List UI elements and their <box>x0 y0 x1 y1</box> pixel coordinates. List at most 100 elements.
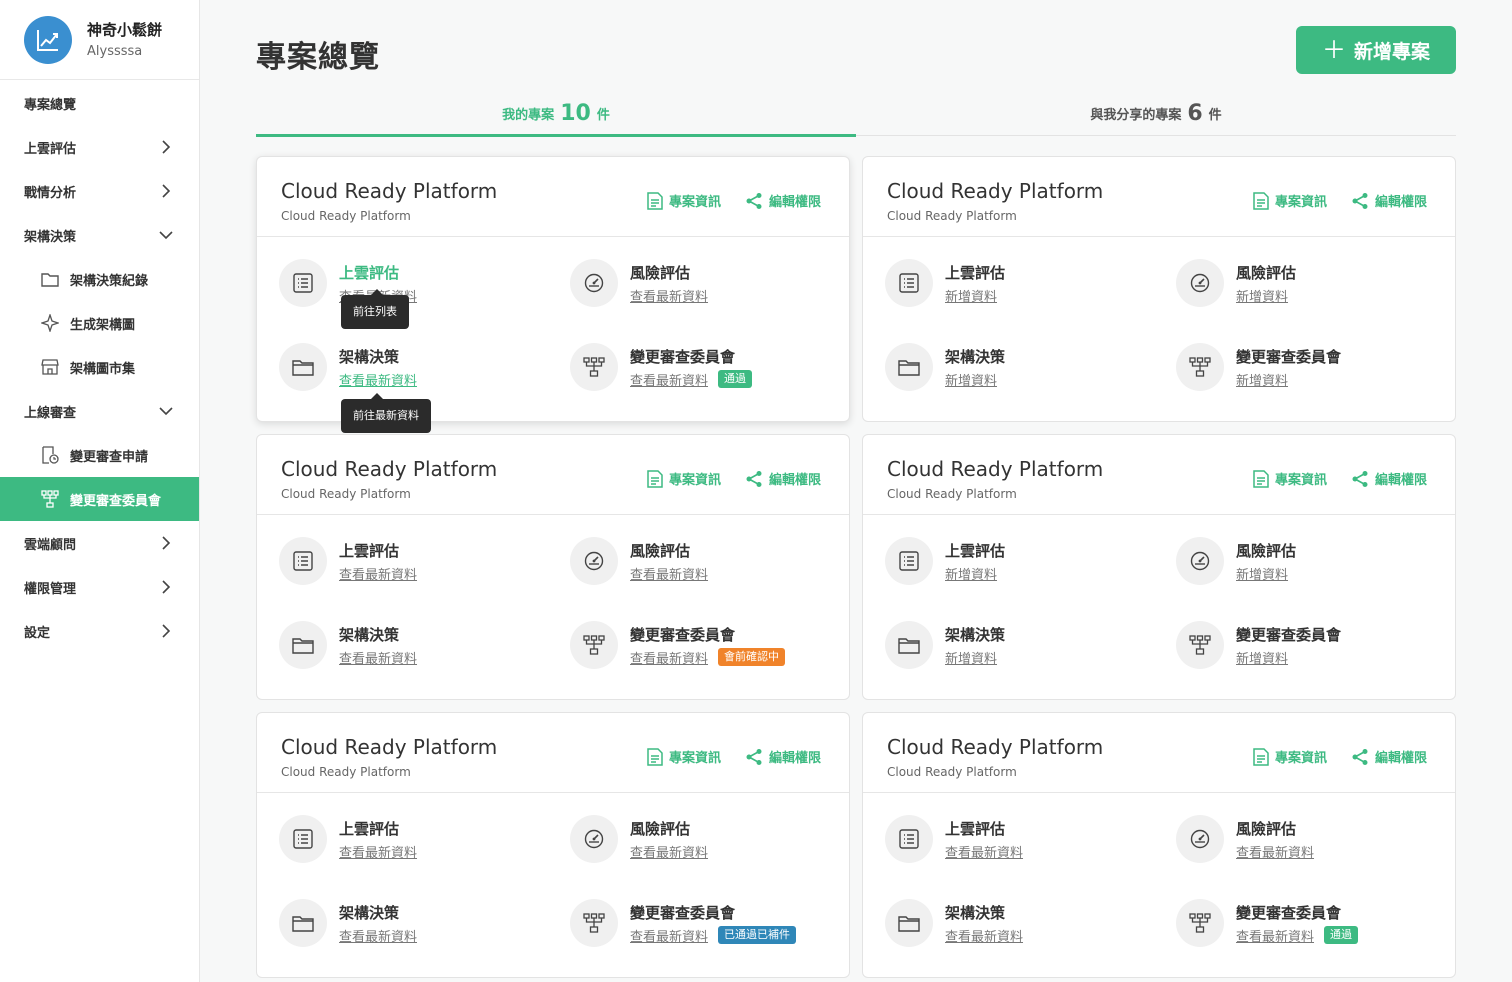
card-header: Cloud Ready Platform Cloud Ready Platfor… <box>257 157 849 237</box>
architecture-decision-label[interactable]: 架構決策 <box>945 624 1005 646</box>
project-info-button[interactable]: 專案資訊 <box>1253 747 1327 766</box>
cloud-assessment-link[interactable]: 新增資料 <box>945 564 997 583</box>
project-info-button[interactable]: 專案資訊 <box>1253 469 1327 488</box>
risk-assessment-link[interactable]: 查看最新資料 <box>630 286 708 305</box>
gauge-icon <box>570 815 618 863</box>
card-header: Cloud Ready Platform Cloud Ready Platfor… <box>863 435 1455 515</box>
share-icon <box>746 748 762 765</box>
folder-icon <box>279 899 327 947</box>
cloud-assessment-label[interactable]: 上雲評估 <box>945 540 1005 562</box>
architecture-decision-link[interactable]: 查看最新資料 <box>339 926 417 945</box>
avatar[interactable] <box>24 15 72 64</box>
sidebar-item-architecture-decision[interactable]: 架構決策 <box>0 213 199 257</box>
cloud-assessment-link[interactable]: 查看最新資料 <box>339 564 417 583</box>
risk-assessment-link[interactable]: 新增資料 <box>1236 564 1288 583</box>
add-project-button[interactable]: ＋ 新增專案 <box>1296 26 1456 74</box>
sidebar-item-cloud-assessment[interactable]: 上雲評估 <box>0 125 199 169</box>
tab-count: 6 <box>1187 100 1203 126</box>
change-advisory-board-label[interactable]: 變更審查委員會 <box>630 902 796 924</box>
card-header: Cloud Ready Platform Cloud Ready Platfor… <box>863 157 1455 237</box>
risk-assessment-label[interactable]: 風險評估 <box>630 540 708 562</box>
risk-assessment-label[interactable]: 風險評估 <box>630 262 708 284</box>
change-advisory-board-label[interactable]: 變更審查委員會 <box>1236 624 1341 646</box>
sidebar-item-permission-management[interactable]: 權限管理 <box>0 565 199 609</box>
cell-risk-assessment: 風險評估 查看最新資料 <box>570 537 708 585</box>
tab-my-projects[interactable]: 我的專案 10 件 <box>256 90 856 137</box>
project-card-6: Cloud Ready Platform Cloud Ready Platfor… <box>862 712 1456 978</box>
cloud-assessment-label[interactable]: 上雲評估 <box>945 818 1023 840</box>
sidebar-item-decision-records[interactable]: 架構決策紀錄 <box>0 257 199 301</box>
project-info-button[interactable]: 專案資訊 <box>647 747 721 766</box>
change-advisory-board-label[interactable]: 變更審查委員會 <box>630 624 785 646</box>
sidebar-item-settings[interactable]: 設定 <box>0 609 199 653</box>
architecture-decision-link[interactable]: 新增資料 <box>945 370 997 389</box>
plus-icon: ＋ <box>1321 36 1346 64</box>
change-advisory-board-link[interactable]: 查看最新資料 <box>630 926 708 945</box>
sidebar-item-change-request[interactable]: 變更審查申請 <box>0 433 199 477</box>
change-advisory-board-link[interactable]: 新增資料 <box>1236 370 1288 389</box>
change-advisory-board-link[interactable]: 查看最新資料 <box>1236 926 1314 945</box>
sidebar-item-situation-analysis[interactable]: 戰情分析 <box>0 169 199 213</box>
sidebar-item-go-live-review[interactable]: 上線審查 <box>0 389 199 433</box>
edit-permission-button[interactable]: 編輯權限 <box>1351 747 1427 766</box>
architecture-decision-link[interactable]: 查看最新資料 <box>339 370 417 389</box>
sidebar-item-change-advisory-board[interactable]: 變更審查委員會 <box>0 477 199 521</box>
sidebar-item-cloud-consultant[interactable]: 雲端顧問 <box>0 521 199 565</box>
cloud-assessment-label[interactable]: 上雲評估 <box>339 818 417 840</box>
change-advisory-board-label[interactable]: 變更審查委員會 <box>1236 902 1358 924</box>
edit-permission-button[interactable]: 編輯權限 <box>745 747 821 766</box>
risk-assessment-link[interactable]: 查看最新資料 <box>1236 842 1314 861</box>
edit-permission-button[interactable]: 編輯權限 <box>1351 191 1427 210</box>
sidebar-item-diagram-market[interactable]: 架構圖市集 <box>0 345 199 389</box>
cloud-assessment-label[interactable]: 上雲評估 <box>339 540 417 562</box>
cloud-assessment-label[interactable]: 上雲評估 <box>339 262 417 284</box>
project-info-button[interactable]: 專案資訊 <box>647 469 721 488</box>
store-icon <box>40 357 60 377</box>
change-advisory-board-label[interactable]: 變更審查委員會 <box>1236 346 1341 368</box>
cell-cloud-assessment: 上雲評估 新增資料 <box>885 537 1005 585</box>
sidebar-item-project-overview[interactable]: 專案總覽 <box>0 81 199 125</box>
project-info-button[interactable]: 專案資訊 <box>1253 191 1327 210</box>
risk-assessment-label[interactable]: 風險評估 <box>1236 540 1296 562</box>
risk-assessment-label[interactable]: 風險評估 <box>630 818 708 840</box>
chevron-right-icon <box>159 624 173 638</box>
sidebar-item-label: 架構決策 <box>24 229 77 245</box>
tab-unit: 件 <box>1208 107 1222 123</box>
architecture-decision-label[interactable]: 架構決策 <box>339 902 417 924</box>
tooltip-go-to-latest: 前往最新資料 <box>341 393 431 433</box>
architecture-decision-link[interactable]: 查看最新資料 <box>945 926 1023 945</box>
card-header: Cloud Ready Platform Cloud Ready Platfor… <box>257 713 849 793</box>
architecture-decision-link[interactable]: 新增資料 <box>945 648 997 667</box>
risk-assessment-link[interactable]: 查看最新資料 <box>630 564 708 583</box>
architecture-decision-label[interactable]: 架構決策 <box>945 902 1023 924</box>
tab-shared-projects[interactable]: 與我分享的專案 6 件 <box>856 90 1456 136</box>
architecture-decision-label[interactable]: 架構決策 <box>945 346 1005 368</box>
sidebar-item-label: 變更審查申請 <box>70 449 149 465</box>
chevron-right-icon <box>159 184 173 198</box>
risk-assessment-link[interactable]: 新增資料 <box>1236 286 1288 305</box>
status-badge: 會前確認中 <box>718 648 786 666</box>
change-advisory-board-label[interactable]: 變更審查委員會 <box>630 346 752 368</box>
risk-assessment-link[interactable]: 查看最新資料 <box>630 842 708 861</box>
change-advisory-board-link[interactable]: 新增資料 <box>1236 648 1288 667</box>
cloud-assessment-link[interactable]: 查看最新資料 <box>945 842 1023 861</box>
architecture-decision-label[interactable]: 架構決策 <box>339 346 417 368</box>
document-clock-icon <box>40 445 60 465</box>
project-info-button[interactable]: 專案資訊 <box>647 191 721 210</box>
cell-cloud-assessment: 上雲評估 查看最新資料 <box>885 815 1023 863</box>
change-advisory-board-link[interactable]: 查看最新資料 <box>630 648 708 667</box>
edit-permission-button[interactable]: 編輯權限 <box>745 191 821 210</box>
architecture-decision-link[interactable]: 查看最新資料 <box>339 648 417 667</box>
risk-assessment-label[interactable]: 風險評估 <box>1236 818 1314 840</box>
architecture-decision-label[interactable]: 架構決策 <box>339 624 417 646</box>
cloud-assessment-label[interactable]: 上雲評估 <box>945 262 1005 284</box>
cloud-assessment-link[interactable]: 查看最新資料 <box>339 842 417 861</box>
risk-assessment-label[interactable]: 風險評估 <box>1236 262 1296 284</box>
edit-permission-button[interactable]: 編輯權限 <box>1351 469 1427 488</box>
cloud-assessment-link[interactable]: 新增資料 <box>945 286 997 305</box>
cell-cloud-assessment: 上雲評估 查看最新資料 <box>279 537 417 585</box>
edit-permission-button[interactable]: 編輯權限 <box>745 469 821 488</box>
change-advisory-board-link[interactable]: 查看最新資料 <box>630 370 708 389</box>
sidebar-item-generate-diagram[interactable]: 生成架構圖 <box>0 301 199 345</box>
hierarchy-icon <box>1176 621 1224 669</box>
